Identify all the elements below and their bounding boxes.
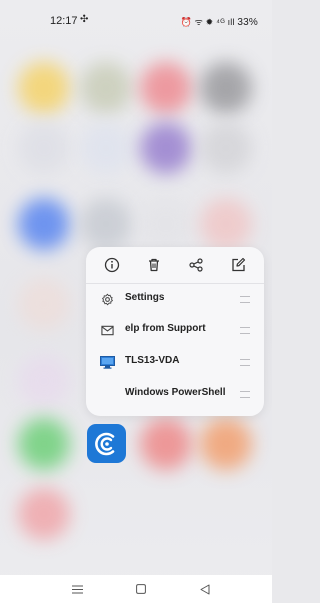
home-icon[interactable] <box>134 583 148 595</box>
blurred-app-icon <box>18 355 70 407</box>
shortcut-label: Windows PowerShell <box>125 387 226 398</box>
delete-icon[interactable] <box>144 255 164 275</box>
blurred-app-icon <box>18 418 70 470</box>
blurred-app-icon <box>80 62 132 114</box>
blurred-app-icon <box>18 198 70 250</box>
blurred-app-icon <box>200 62 252 114</box>
recents-menu-icon[interactable] <box>70 583 84 595</box>
drag-handle-icon[interactable] <box>240 327 250 334</box>
blurred-app-icon <box>140 198 192 250</box>
info-icon[interactable] <box>102 255 122 275</box>
drag-handle-icon[interactable] <box>240 296 250 303</box>
blurred-app-icon <box>200 122 252 174</box>
edit-icon[interactable] <box>228 255 248 275</box>
status-bar: 12:17 ✣ ⏰ ᯤ ✹ ⁴ᴳ ıll 33% <box>0 0 272 40</box>
app-shortcut-menu: Settings elp from Support TLS13-VDA Wind… <box>86 247 264 416</box>
gear-icon <box>99 291 115 307</box>
battery-level: 33% <box>237 17 258 28</box>
drag-handle-icon[interactable] <box>240 391 250 398</box>
shortcut-support[interactable]: elp from Support <box>86 315 264 346</box>
blurred-app-icon <box>140 62 192 114</box>
blurred-app-icon <box>18 62 70 114</box>
drag-handle-icon[interactable] <box>240 359 250 366</box>
signal-icon: ıll <box>227 17 235 27</box>
navigation-bar <box>0 575 272 603</box>
status-icons: ⏰ ᯤ ✹ ⁴ᴳ ıll 33% <box>180 15 258 28</box>
blurred-app-icon <box>140 418 192 470</box>
mail-icon <box>99 322 115 338</box>
citrix-workspace-icon[interactable] <box>87 424 126 463</box>
notification-icon: ✣ <box>80 14 89 25</box>
back-icon[interactable] <box>198 583 212 595</box>
blurred-app-icon <box>200 418 252 470</box>
blurred-app-icon <box>140 122 192 174</box>
phone-screen: 12:17 ✣ ⏰ ᯤ ✹ ⁴ᴳ ıll 33% Settings elp fr… <box>0 0 272 603</box>
status-indicators: ᯤ ✹ ⁴ᴳ <box>194 17 225 27</box>
shortcut-tls13-vda[interactable]: TLS13-VDA <box>86 347 264 378</box>
shortcut-label: Settings <box>125 292 165 303</box>
blurred-app-icon <box>80 122 132 174</box>
blurred-app-icon <box>18 488 70 540</box>
shortcut-windows-powershell[interactable]: Windows PowerShell <box>86 379 264 410</box>
shortcut-label: elp from Support <box>125 323 206 334</box>
alarm-icon: ⏰ <box>180 17 192 27</box>
monitor-icon <box>99 354 115 370</box>
blurred-app-icon <box>200 198 252 250</box>
quick-actions-bar <box>86 247 264 283</box>
shortcut-label: TLS13-VDA <box>125 355 180 366</box>
shortcut-settings[interactable]: Settings <box>86 284 264 315</box>
blurred-app-icon <box>18 278 70 330</box>
share-icon[interactable] <box>186 255 206 275</box>
blurred-app-icon <box>80 198 132 250</box>
clock: 12:17 <box>50 15 78 27</box>
blurred-app-icon <box>18 122 70 174</box>
